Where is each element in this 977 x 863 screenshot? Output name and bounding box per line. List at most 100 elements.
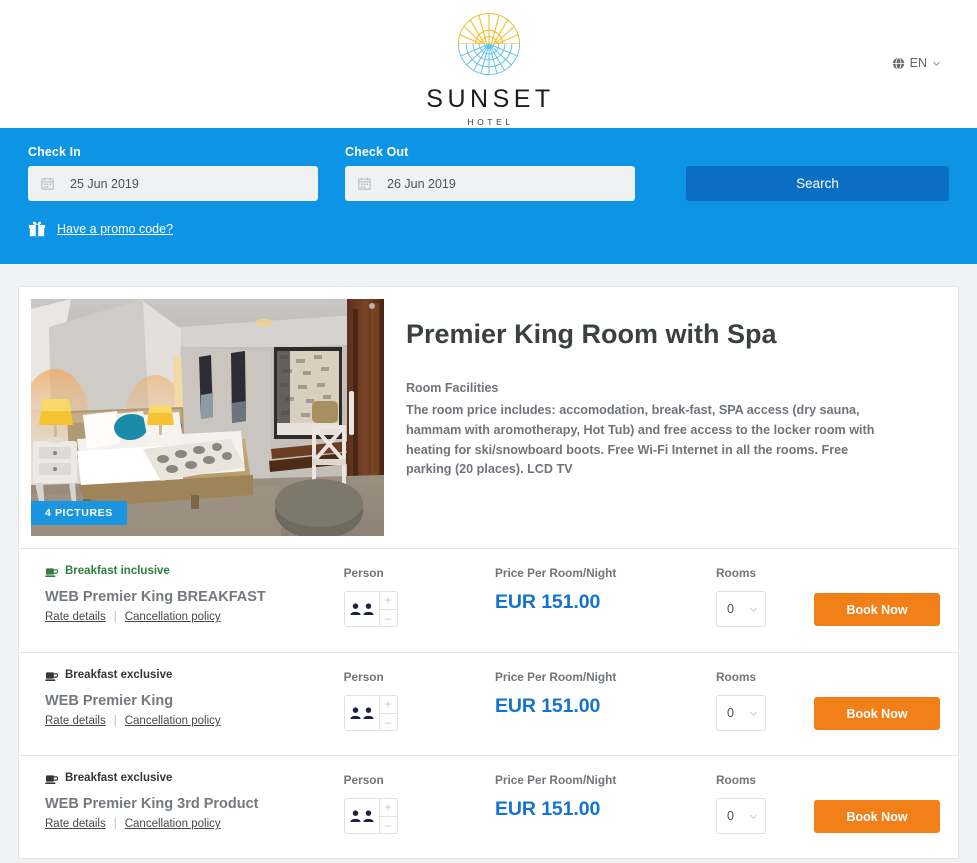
checkout-value: 26 Jun 2019	[387, 176, 456, 191]
meal-plan-label: Breakfast exclusive	[65, 669, 173, 681]
rate-info: Breakfast exclusive WEB Premier King 3rd…	[45, 771, 344, 830]
checkin-value: 25 Jun 2019	[70, 176, 139, 191]
checkin-input[interactable]: 25 Jun 2019	[28, 166, 318, 201]
rate-info: Breakfast inclusive WEB Premier King BRE…	[45, 564, 344, 623]
person-header: Person	[343, 566, 384, 580]
price-value: EUR 151.00	[495, 591, 601, 613]
book-now-button[interactable]: Book Now	[814, 697, 941, 730]
person-count-display	[345, 696, 379, 730]
search-fields-row: Check In 25 Jun 2019 Check Out 26 Jun 20…	[28, 145, 949, 201]
person-stepper-controls: + –	[378, 696, 397, 731]
person-decrement-button[interactable]: –	[380, 610, 397, 627]
rate-links: Rate details | Cancellation policy	[45, 611, 344, 623]
globe-icon	[892, 56, 904, 70]
person-icon	[363, 810, 374, 822]
gift-icon	[28, 221, 46, 237]
cancellation-policy-link[interactable]: Cancellation policy	[125, 715, 221, 727]
price-header: Price Per Room/Night	[495, 566, 617, 580]
link-separator: |	[113, 715, 117, 727]
price-column: Price Per Room/Night EUR 151.00	[495, 771, 716, 821]
person-count-display	[345, 592, 379, 626]
rate-details-link[interactable]: Rate details	[45, 611, 106, 623]
person-decrement-button[interactable]: –	[380, 714, 397, 731]
person-count-display	[345, 799, 379, 833]
rooms-column: Rooms 0 Book Now	[716, 771, 941, 834]
price-header: Price Per Room/Night	[495, 773, 617, 787]
room-photo[interactable]: 4 PICTURES	[31, 299, 384, 536]
rate-name: WEB Premier King BREAKFAST	[45, 589, 266, 605]
person-stepper[interactable]: + –	[343, 695, 398, 731]
coffee-cup-icon	[45, 567, 58, 577]
person-icon	[350, 810, 361, 822]
person-stepper[interactable]: + –	[343, 591, 398, 627]
meal-plan-badge: Breakfast inclusive	[45, 565, 344, 577]
rooms-select[interactable]: 0	[716, 591, 767, 627]
coffee-cup-icon	[45, 774, 58, 784]
language-label: EN	[909, 56, 927, 70]
search-button[interactable]: Search	[686, 166, 949, 201]
chevron-down-icon	[750, 814, 757, 819]
promo-code-link[interactable]: Have a promo code?	[57, 222, 173, 236]
person-increment-button[interactable]: +	[379, 799, 397, 817]
rooms-header: Rooms	[716, 670, 756, 684]
meal-plan-badge: Breakfast exclusive	[45, 669, 344, 681]
link-separator: |	[113, 611, 117, 623]
person-decrement-button[interactable]: –	[380, 817, 397, 834]
person-stepper-controls: + –	[378, 592, 397, 627]
price-value: EUR 151.00	[495, 695, 601, 717]
person-icon	[350, 603, 361, 615]
book-now-button[interactable]: Book Now	[814, 800, 941, 833]
price-column: Price Per Room/Night EUR 151.00	[495, 668, 716, 718]
brand-logo[interactable]: SUNSET HOTEL	[422, 6, 554, 127]
rooms-header: Rooms	[716, 566, 756, 580]
room-header: 4 PICTURES Premier King Room with Spa Ro…	[19, 287, 958, 548]
chevron-down-icon	[750, 607, 757, 612]
price-value: EUR 151.00	[495, 798, 601, 820]
checkout-group: Check Out 26 Jun 2019	[345, 145, 635, 201]
checkout-input[interactable]: 26 Jun 2019	[345, 166, 635, 201]
rate-details-link[interactable]: Rate details	[45, 715, 106, 727]
price-column: Price Per Room/Night EUR 151.00	[495, 564, 716, 614]
person-column: Person + –	[343, 771, 495, 834]
person-header: Person	[343, 670, 384, 684]
brand-subtitle: HOTEL	[467, 116, 514, 127]
room-title: Premier King Room with Spa	[406, 319, 777, 349]
search-bar: Check In 25 Jun 2019 Check Out 26 Jun 20…	[0, 128, 977, 264]
person-icon	[363, 603, 374, 615]
calendar-icon	[41, 177, 54, 190]
table-row: Breakfast exclusive WEB Premier King Rat…	[19, 652, 958, 755]
page-body: 4 PICTURES Premier King Room with Spa Ro…	[0, 264, 977, 859]
rooms-column: Rooms 0 Book Now	[716, 564, 941, 627]
promo-code-row: Have a promo code?	[28, 220, 949, 238]
room-card: 4 PICTURES Premier King Room with Spa Ro…	[18, 286, 959, 859]
rate-details-link[interactable]: Rate details	[45, 818, 106, 830]
cancellation-policy-link[interactable]: Cancellation policy	[125, 818, 221, 830]
cancellation-policy-link[interactable]: Cancellation policy	[125, 611, 221, 623]
table-row: Breakfast inclusive WEB Premier King BRE…	[19, 549, 958, 652]
price-header: Price Per Room/Night	[495, 670, 617, 684]
person-increment-button[interactable]: +	[379, 592, 397, 610]
checkout-label: Check Out	[345, 145, 409, 159]
checkin-group: Check In 25 Jun 2019	[28, 145, 318, 201]
room-details: Premier King Room with Spa Room Faciliti…	[384, 299, 946, 536]
language-selector[interactable]: EN	[892, 56, 941, 70]
rate-name: WEB Premier King 3rd Product	[45, 796, 259, 812]
rate-name: WEB Premier King	[45, 693, 174, 709]
person-stepper[interactable]: + –	[343, 798, 398, 834]
sunset-circle-logo-icon	[457, 12, 520, 75]
rooms-column: Rooms 0 Book Now	[716, 668, 941, 731]
meal-plan-label: Breakfast exclusive	[65, 772, 173, 784]
rooms-select[interactable]: 0	[716, 695, 767, 731]
person-stepper-controls: + –	[378, 799, 397, 834]
person-increment-button[interactable]: +	[379, 696, 397, 714]
rooms-selected-value: 0	[727, 602, 734, 616]
rooms-selected-value: 0	[727, 706, 734, 720]
pictures-badge[interactable]: 4 PICTURES	[31, 501, 127, 525]
rooms-select[interactable]: 0	[716, 798, 767, 834]
chevron-down-icon	[933, 61, 940, 66]
site-header: SUNSET HOTEL EN	[0, 0, 977, 128]
book-now-button[interactable]: Book Now	[814, 593, 941, 626]
meal-plan-label: Breakfast inclusive	[65, 565, 170, 577]
facilities-label: Room Facilities	[406, 381, 499, 396]
calendar-icon	[358, 177, 371, 190]
